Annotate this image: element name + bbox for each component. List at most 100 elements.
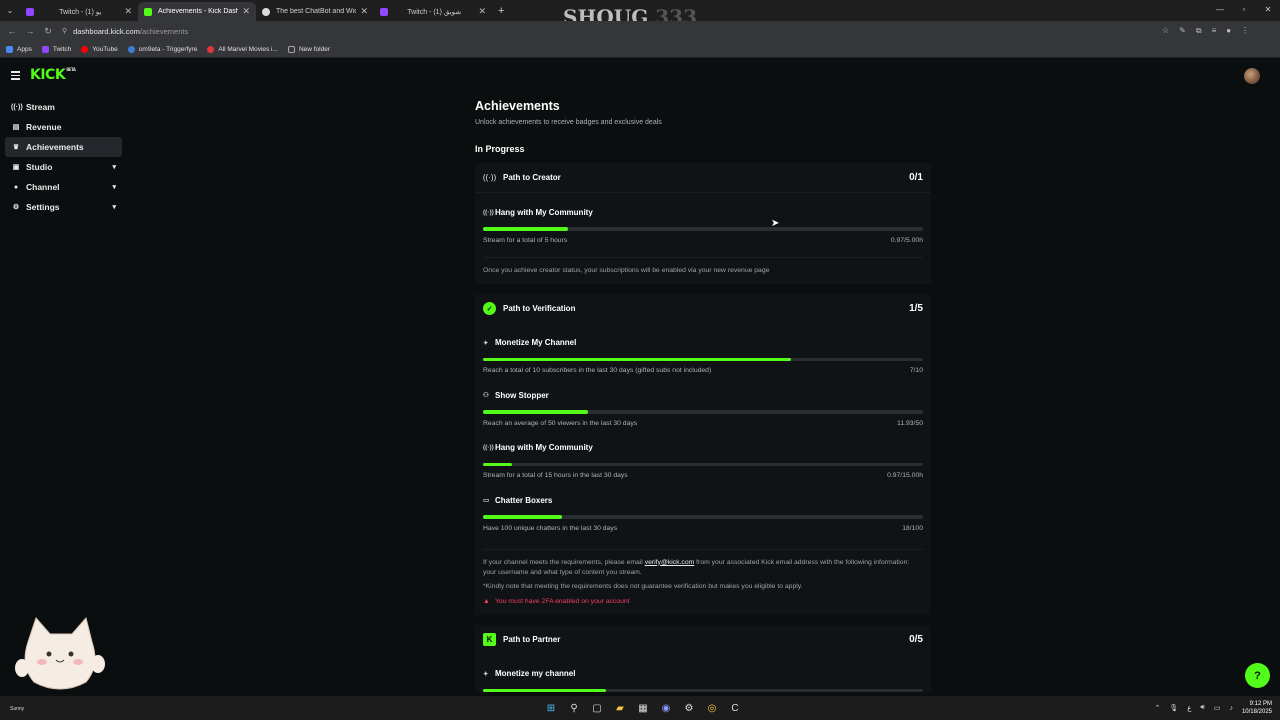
achievement-description: Stream for a total of 15 hours in the la… (483, 472, 628, 479)
kick-logo[interactable]: KICKBETA (30, 67, 76, 83)
close-tab-icon[interactable]: ✕ (242, 6, 250, 17)
url-host: dashboard.kick.com (73, 26, 140, 36)
achievement-description: Reach an average of 50 viewers in the la… (483, 419, 638, 427)
bookmarks-bar: Apps Twitch YouTube om9eta - Triggerfyre… (0, 41, 1280, 58)
browser-tab[interactable]: Twitch - يو (1) ✕ (20, 2, 138, 21)
reload-icon[interactable]: ↻ (42, 26, 54, 37)
twitch-favicon-icon (26, 7, 34, 16)
trophy-icon: ♛ (12, 144, 20, 151)
bookmark-label: YouTube (92, 45, 118, 53)
card-title: Path to Verification (503, 304, 576, 313)
forward-icon[interactable]: → (24, 26, 36, 36)
browser-tab[interactable]: The best ChatBot and Widgets ✕ (256, 2, 374, 21)
sparkle-icon: ✦ (483, 339, 489, 347)
sidebar-item-revenue[interactable]: ▤ Revenue (5, 117, 122, 137)
minimize-icon[interactable]: — (1208, 0, 1232, 21)
chevron-down-icon[interactable]: ▾ (112, 183, 116, 191)
kick-k-icon: K (483, 633, 496, 646)
extensions-puzzle-icon[interactable]: ⧉ (1196, 26, 1202, 36)
bookmark-label: New folder (298, 45, 331, 53)
warning-icon: ▲ (483, 597, 490, 605)
profile-icon[interactable]: ● (1226, 26, 1231, 36)
speaker-icon[interactable]: ♪ (1229, 705, 1233, 712)
browser-tab[interactable]: Twitch - (1) شويق ✕ (374, 2, 492, 21)
progress-bar (483, 410, 923, 414)
maximize-icon[interactable]: ▫ (1232, 0, 1256, 21)
sidebar-item-label: Revenue (26, 122, 62, 132)
sidebar-item-channel[interactable]: ● Channel ▾ (5, 177, 122, 197)
site-info-icon[interactable]: ⚲ (62, 27, 67, 35)
network-icon[interactable]: ▭ (1214, 704, 1221, 712)
menu-kebab-icon[interactable]: ⋮ (1241, 26, 1249, 36)
sidebar-item-settings[interactable]: ⚙ Settings ▾ (5, 197, 122, 217)
progress-bar (483, 515, 923, 519)
achievement-item: ✦ Monetize My Channel Reach a total of 10… (475, 324, 931, 374)
weather-widget[interactable]: Sunny (10, 706, 24, 712)
achievement-footer: Reach an average of 50 viewers in the la… (483, 420, 923, 427)
achievement-item: ((·)) Hang with My Community Stream for a… (475, 427, 931, 479)
chevron-down-icon[interactable]: ▾ (112, 163, 116, 171)
file-explorer-icon[interactable]: ▰ (612, 700, 628, 716)
sidebar-item-stream[interactable]: ((·)) Stream (5, 97, 122, 117)
achievement-name: Hang with My Community (495, 207, 593, 217)
sidebar-item-achievements[interactable]: ♛ Achievements (5, 137, 122, 157)
tray-chevron-icon[interactable]: ⌃ (1154, 704, 1160, 712)
browser-tab-active[interactable]: Achievements - Kick Dashboard ✕ (138, 2, 256, 21)
sidebar-item-studio[interactable]: ▣ Studio ▾ (5, 157, 122, 177)
card-header: ((·)) Path to Creator 0/1 (475, 163, 931, 193)
bookmark-label: Apps (17, 45, 32, 53)
achievement-footer: Have 100 unique chatters in the last 30 … (483, 525, 923, 532)
windows-start-icon[interactable]: ⊞ (543, 700, 559, 716)
bookmark-folder[interactable]: New folder (287, 45, 331, 53)
avatar[interactable] (1244, 68, 1260, 84)
verification-note: If your channel meets the requirements, … (475, 550, 931, 578)
close-tab-icon[interactable]: ✕ (124, 6, 132, 17)
clock[interactable]: 9:12 PM 10/18/2025 (1242, 700, 1272, 716)
progress-fill (483, 357, 791, 361)
note-text: If your channel meets the requirements, … (483, 558, 643, 566)
chrome-icon[interactable]: ◎ (704, 700, 720, 716)
bookmark-item[interactable]: YouTube (81, 45, 118, 53)
kick-favicon-icon (144, 7, 152, 16)
chevron-down-icon[interactable]: ▾ (112, 203, 116, 211)
store-icon[interactable]: ▦ (635, 700, 651, 716)
bookmark-star-icon[interactable]: ☆ (1162, 26, 1169, 36)
bookmark-item[interactable]: All Marvel Movies i... (207, 45, 278, 53)
url-input[interactable]: ⚲ dashboard.kick.com/achievements (62, 23, 1142, 39)
media-icon[interactable]: ≡ (1212, 26, 1217, 36)
tab-title: Achievements - Kick Dashboard (158, 8, 239, 15)
sidebar-item-label: Channel (26, 182, 60, 192)
tab-title: Twitch - (1) شويق (407, 8, 462, 16)
achievement-title: ((·)) Hang with My Community (483, 206, 923, 218)
microphone-icon[interactable]: 🎙︎ (1169, 704, 1178, 712)
bookmark-item[interactable]: Twitch (41, 45, 72, 53)
app-icon[interactable]: ⚙ (681, 700, 697, 716)
bookmark-item[interactable]: om9eta - Triggerfyre (127, 45, 197, 53)
achievement-title: ⚇ Show Stopper (483, 389, 923, 401)
tab-search-icon[interactable]: ⌄ (0, 6, 20, 15)
close-window-icon[interactable]: ✕ (1256, 0, 1280, 21)
volume-icon[interactable]: 🔊︎ (1200, 704, 1204, 712)
task-view-icon[interactable]: ▢ (589, 700, 605, 716)
app-c-icon[interactable]: C (727, 700, 743, 716)
close-tab-icon[interactable]: ✕ (360, 6, 368, 17)
achievement-description: Have 100 unique chatters in the last 30 … (483, 524, 618, 532)
bookmark-label: Twitch (52, 45, 72, 53)
close-tab-icon[interactable]: ✕ (478, 6, 486, 17)
back-icon[interactable]: ← (6, 26, 18, 36)
search-icon[interactable]: ⚲ (566, 700, 582, 716)
card-title: Path to Creator (503, 173, 561, 182)
bookmark-item[interactable]: Apps (6, 45, 32, 53)
language-indicator[interactable]: ع (1187, 704, 1191, 712)
extension-icon[interactable]: ✎ (1179, 26, 1186, 36)
support-chat-button[interactable]: ? (1245, 663, 1270, 688)
tab-title: The best ChatBot and Widgets (276, 8, 357, 15)
discord-icon[interactable]: ◉ (658, 700, 674, 716)
hamburger-menu-icon[interactable] (11, 71, 20, 80)
achievements-main: Achievements Unlock achievements to rece… (475, 99, 931, 692)
sidebar-item-label: Stream (26, 102, 55, 112)
achievement-name: Hang with My Community (495, 443, 593, 452)
new-tab-button[interactable]: + (498, 5, 504, 17)
youtube-icon (81, 45, 89, 53)
verify-email-link[interactable]: verify@kick.com (645, 559, 695, 566)
